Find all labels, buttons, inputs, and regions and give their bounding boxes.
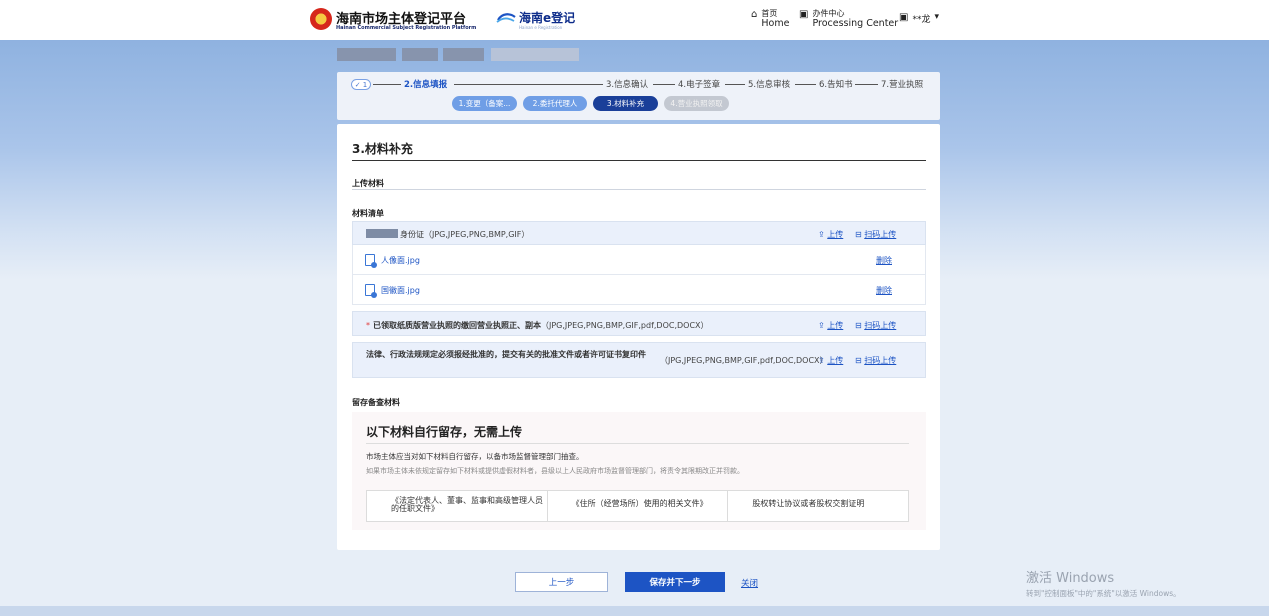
- retained-item: 股权转让协议或者股权交割证明: [752, 499, 865, 508]
- step-4-label: 4.电子签章: [678, 80, 721, 90]
- progress-steps: ✓ 1 2.信息填报 3.信息确认 4.电子签章 5.信息审核 6.告知书 7.…: [337, 72, 940, 120]
- retained-warning: 如果市场主体未依规定留存如下材料或提供虚假材料者，县级以上人民政府市场监督管理部…: [366, 467, 744, 475]
- platform-subtitle: Hainan Commercial Subject Registration P…: [336, 25, 477, 31]
- user-name: **龙: [912, 15, 931, 25]
- material-formats: （JPG,JPEG,PNG,BMP,GIF）: [424, 230, 530, 239]
- step-7-label: 7.营业执照: [881, 80, 924, 90]
- retained-materials-box: 以下材料自行留存，无需上传 市场主体应当对如下材料自行留存，以备市场监督管理部门…: [352, 412, 926, 530]
- material-name: 法律、行政法规规定必须报经批准的，提交有关的批准文件或者许可证书复印件: [366, 350, 646, 359]
- file-row: 国徽面.jpg 删除: [352, 275, 926, 305]
- redacted-company-name: [443, 48, 484, 61]
- retained-note: 市场主体应当对如下材料自行留存，以备市场监督管理部门抽查。: [366, 452, 584, 461]
- retained-heading: 以下材料自行留存，无需上传: [366, 425, 523, 439]
- user-card-icon: ▣: [899, 12, 909, 23]
- material-name: 身份证: [400, 230, 424, 239]
- file-name-link[interactable]: 国徽面.jpg: [381, 285, 420, 296]
- material-name: 已领取纸质版营业执照的缴回营业执照正、副本: [373, 321, 541, 330]
- retained-item: 《法定代表人、董事、监事和高级管理人员的任职文件》: [367, 491, 548, 521]
- material-id-card: 身份证（JPG,JPEG,PNG,BMP,GIF） ⇪ 上传 ⊟ 扫码上传: [352, 221, 926, 245]
- image-file-icon: [365, 254, 377, 268]
- redacted-company-name: [337, 48, 396, 61]
- save-and-next-button[interactable]: 保存并下一步: [625, 572, 725, 592]
- step-2-label: 2.信息填报: [404, 80, 448, 90]
- substep-materials[interactable]: 3.材料补充: [593, 96, 658, 111]
- qr-code-icon: ⊟: [855, 230, 862, 239]
- image-file-icon: [365, 284, 377, 298]
- document-icon: ▣: [799, 9, 809, 20]
- hainan-e-logo-subtext: Hainan e Registration: [519, 25, 563, 30]
- upload-icon: ⇪: [818, 321, 825, 330]
- national-emblem-logo: [310, 8, 332, 30]
- upload-materials-title: 上传材料: [352, 179, 384, 188]
- upload-button[interactable]: ⇪ 上传: [818, 229, 843, 240]
- material-list-title: 材料清单: [352, 209, 384, 218]
- nav-home-en: Home: [761, 18, 790, 29]
- material-approval-docs: 法律、行政法规规定必须报经批准的，提交有关的批准文件或者许可证书复印件 （JPG…: [352, 342, 926, 378]
- nav-home[interactable]: ⌂ 首页 Home: [751, 9, 789, 29]
- material-formats: （JPG,JPEG,PNG,BMP,GIF,pdf,DOC,DOCX）: [660, 356, 828, 365]
- step-1-done[interactable]: ✓ 1: [351, 79, 371, 90]
- scan-upload-button[interactable]: ⊟ 扫码上传: [855, 355, 896, 366]
- redacted-company-name: [402, 48, 438, 61]
- main-card: 3.材料补充 上传材料 材料清单 身份证（JPG,JPEG,PNG,BMP,GI…: [337, 124, 940, 550]
- qr-code-icon: ⊟: [855, 356, 862, 365]
- section-title: 3.材料补充: [352, 142, 413, 156]
- file-name-link[interactable]: 人像面.jpg: [381, 255, 420, 266]
- substep-agent[interactable]: 2.委托代理人: [523, 96, 587, 111]
- redacted-company-name: [491, 48, 579, 61]
- retained-materials-title: 留存备查材料: [352, 398, 400, 407]
- retained-item: 《住所（经营场所）使用的相关文件》: [548, 491, 729, 521]
- material-formats: （JPG,JPEG,PNG,BMP,GIF,pdf,DOC,DOCX）: [541, 321, 709, 330]
- required-mark: *: [366, 321, 370, 330]
- substep-license-pickup: 4.营业执照领取: [664, 96, 729, 111]
- retained-items-table: 《法定代表人、董事、监事和高级管理人员的任职文件》 《住所（经营场所）使用的相关…: [366, 490, 909, 522]
- upload-icon: ⇪: [818, 230, 825, 239]
- user-menu[interactable]: ▣ **龙 ▾: [899, 12, 939, 25]
- scan-upload-button[interactable]: ⊟ 扫码上传: [855, 229, 896, 240]
- scan-upload-button[interactable]: ⊟ 扫码上传: [855, 320, 896, 331]
- qr-code-icon: ⊟: [855, 321, 862, 330]
- upload-icon: ⇪: [818, 356, 825, 365]
- material-license-return: * 已领取纸质版营业执照的缴回营业执照正、副本（JPG,JPEG,PNG,BMP,…: [352, 311, 926, 336]
- top-header: 海南市场主体登记平台 Hainan Commercial Subject Reg…: [0, 0, 1269, 40]
- nav-processing-center[interactable]: ▣ 办件中心 Processing Center: [799, 9, 898, 29]
- file-row: 人像面.jpg 删除: [352, 245, 926, 275]
- step-3-label: 3.信息确认: [606, 80, 649, 90]
- hainan-e-logo-icon: [496, 13, 516, 23]
- close-link[interactable]: 关闭: [741, 577, 758, 589]
- step-6-label: 6.告知书: [819, 80, 853, 90]
- upload-button[interactable]: ⇪ 上传: [818, 320, 843, 331]
- nav-center-en: Processing Center: [812, 18, 899, 29]
- windows-activation-watermark: 激活 Windows 转到"控制面板"中的"系统"以激活 Windows。: [1026, 571, 1181, 598]
- substep-change-filing[interactable]: 1.变更（备案...: [452, 96, 517, 111]
- previous-step-button[interactable]: 上一步: [515, 572, 608, 592]
- home-icon: ⌂: [751, 9, 758, 20]
- bottom-band: [0, 606, 1269, 616]
- hainan-e-logo-text: 海南e登记: [519, 11, 576, 25]
- delete-file-button[interactable]: 删除: [876, 285, 892, 296]
- delete-file-button[interactable]: 删除: [876, 255, 892, 266]
- chevron-down-icon: ▾: [934, 12, 939, 22]
- redacted-text: [366, 229, 398, 238]
- step-5-label: 5.信息审核: [748, 80, 791, 90]
- upload-button[interactable]: ⇪ 上传: [818, 355, 843, 366]
